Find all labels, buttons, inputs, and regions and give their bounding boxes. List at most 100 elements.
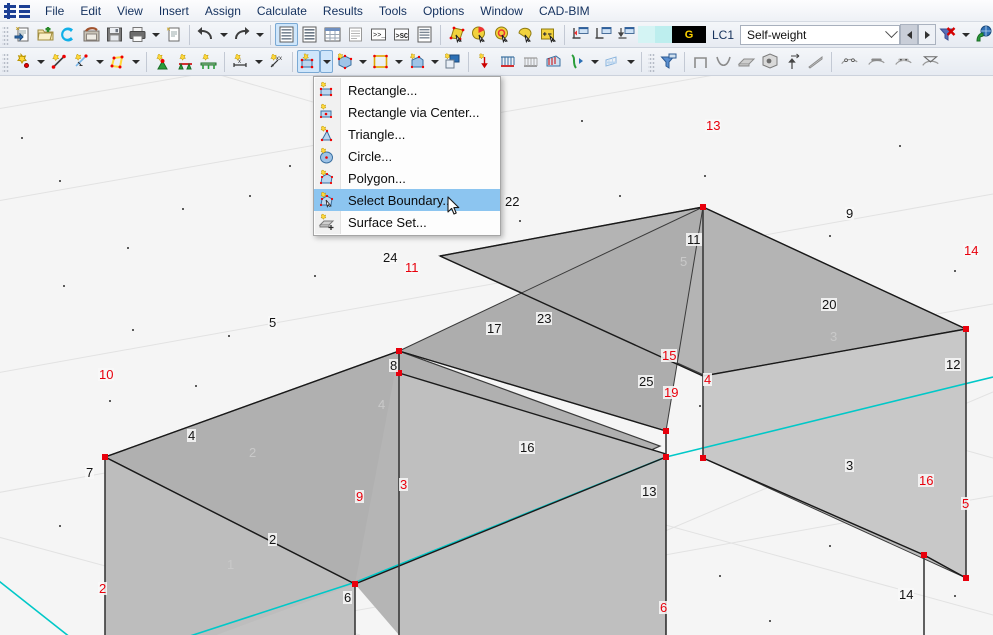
surface-load-button[interactable] <box>519 50 542 73</box>
script-button[interactable]: >SC <box>390 23 413 46</box>
new-node-dropdown[interactable] <box>34 50 47 73</box>
save-as-button[interactable] <box>80 23 103 46</box>
menu-item-rectangle-via-center[interactable]: Rectangle via Center... <box>314 101 500 123</box>
free-load-button[interactable] <box>542 50 565 73</box>
select-objects-button[interactable] <box>445 23 468 46</box>
nodal-load-button[interactable] <box>473 50 496 73</box>
open-button[interactable] <box>34 23 57 46</box>
delete-filter-button[interactable] <box>936 23 959 46</box>
new-surface-button[interactable] <box>297 50 320 73</box>
dimension-xx-button[interactable]: xx <box>265 50 288 73</box>
new-member-dropdown[interactable] <box>428 50 441 73</box>
plate-wizard-button[interactable] <box>735 50 758 73</box>
new-polyline-dropdown[interactable] <box>129 50 142 73</box>
hinge-4-button[interactable] <box>917 50 944 73</box>
menu-item-surface-set[interactable]: Surface Set... <box>314 211 500 233</box>
new-surface-dropdown-menu[interactable]: Rectangle... Rectangle via Center... Tri… <box>313 76 501 236</box>
data-panel-button[interactable] <box>298 23 321 46</box>
menu-tools[interactable]: Tools <box>371 1 415 20</box>
dimension-dropdown[interactable] <box>252 50 265 73</box>
select-special-button[interactable] <box>468 23 491 46</box>
toolbar-grip[interactable] <box>648 52 655 72</box>
menu-item-rectangle[interactable]: Rectangle... <box>314 79 500 101</box>
undo-button[interactable] <box>194 23 217 46</box>
menu-edit[interactable]: Edit <box>72 1 109 20</box>
new-line-button[interactable] <box>47 50 70 73</box>
navigator-button[interactable] <box>275 23 298 46</box>
menu-results[interactable]: Results <box>315 1 371 20</box>
filter-button[interactable] <box>657 50 680 73</box>
new-line-type-dropdown[interactable] <box>93 50 106 73</box>
print-report-button[interactable] <box>162 23 185 46</box>
new-model-button[interactable] <box>11 23 34 46</box>
member-support-button[interactable] <box>197 50 220 73</box>
print-options-dropdown[interactable] <box>149 23 162 46</box>
hinge-3-button[interactable] <box>890 50 917 73</box>
menu-calculate[interactable]: Calculate <box>249 1 315 20</box>
imperfection-button[interactable] <box>565 50 588 73</box>
visibility-button[interactable] <box>972 23 993 46</box>
hinge-wizard-button[interactable] <box>836 50 863 73</box>
menu-options[interactable]: Options <box>415 1 472 20</box>
menu-view[interactable]: View <box>109 1 151 20</box>
member-support-icon <box>199 52 218 71</box>
menu-file[interactable]: File <box>37 1 72 20</box>
set-work-plane-button[interactable] <box>569 23 592 46</box>
menu-cad-bim[interactable]: CAD-BIM <box>531 1 598 20</box>
imperfection-dropdown[interactable] <box>588 50 601 73</box>
tables-button[interactable] <box>321 23 344 46</box>
select-all-button[interactable] <box>491 23 514 46</box>
mesh-dropdown[interactable] <box>624 50 637 73</box>
menu-item-polygon[interactable]: Polygon... <box>314 167 500 189</box>
plane-xy-button[interactable] <box>592 23 615 46</box>
menu-window[interactable]: Window <box>472 1 531 20</box>
hinge-2-button[interactable] <box>863 50 890 73</box>
frame-wizard-button[interactable] <box>689 50 712 73</box>
redo-button[interactable] <box>230 23 253 46</box>
new-polyline-button[interactable] <box>106 50 129 73</box>
line-support-button[interactable] <box>174 50 197 73</box>
new-node-button[interactable] <box>11 50 34 73</box>
select-window-button[interactable] <box>537 23 560 46</box>
command-line-button[interactable]: >>_ <box>367 23 390 46</box>
toolbar-grip[interactable] <box>2 52 9 72</box>
new-line-type-button[interactable] <box>70 50 93 73</box>
filter-dropdown[interactable] <box>959 23 972 46</box>
print-button[interactable] <box>126 23 149 46</box>
next-load-case-button[interactable] <box>918 24 936 45</box>
table-list-button[interactable] <box>344 23 367 46</box>
previous-load-case-button[interactable] <box>900 24 918 45</box>
member-load-button[interactable] <box>496 50 519 73</box>
arch-wizard-button[interactable] <box>712 50 735 73</box>
new-opening-button[interactable] <box>369 50 392 73</box>
menu-item-select-boundary[interactable]: Select Boundary... <box>314 189 500 211</box>
dimension-button[interactable]: x <box>229 50 252 73</box>
menu-insert[interactable]: Insert <box>151 1 197 20</box>
menu-item-circle[interactable]: Circle... <box>314 145 500 167</box>
new-solid-dropdown[interactable] <box>356 50 369 73</box>
load-case-select[interactable]: Self-weight <box>740 25 900 45</box>
menu-item-label: Surface Set... <box>348 215 427 230</box>
new-solid-button[interactable] <box>333 50 356 73</box>
details-button[interactable] <box>413 23 436 46</box>
mesh-button[interactable] <box>601 50 624 73</box>
taper-button[interactable] <box>804 50 827 73</box>
nodal-support-button[interactable] <box>151 50 174 73</box>
toolbar-grip[interactable] <box>2 25 9 45</box>
redo-dropdown[interactable] <box>253 23 266 46</box>
new-surface-dropdown-button[interactable] <box>320 50 333 73</box>
save-button[interactable] <box>103 23 126 46</box>
new-block-button[interactable] <box>441 50 464 73</box>
new-member-button[interactable] <box>405 50 428 73</box>
new-opening-dropdown[interactable] <box>392 50 405 73</box>
menu-item-triangle[interactable]: Triangle... <box>314 123 500 145</box>
solid-wizard-button[interactable] <box>758 50 781 73</box>
plane-down-button[interactable] <box>615 23 638 46</box>
extrude-button[interactable] <box>781 50 804 73</box>
undo-dropdown[interactable] <box>217 23 230 46</box>
cloud-button[interactable] <box>57 23 80 46</box>
select-free-button[interactable] <box>514 23 537 46</box>
svg-text:xx: xx <box>276 56 282 62</box>
menu-item-label: Rectangle via Center... <box>348 105 480 120</box>
menu-assign[interactable]: Assign <box>197 1 249 20</box>
